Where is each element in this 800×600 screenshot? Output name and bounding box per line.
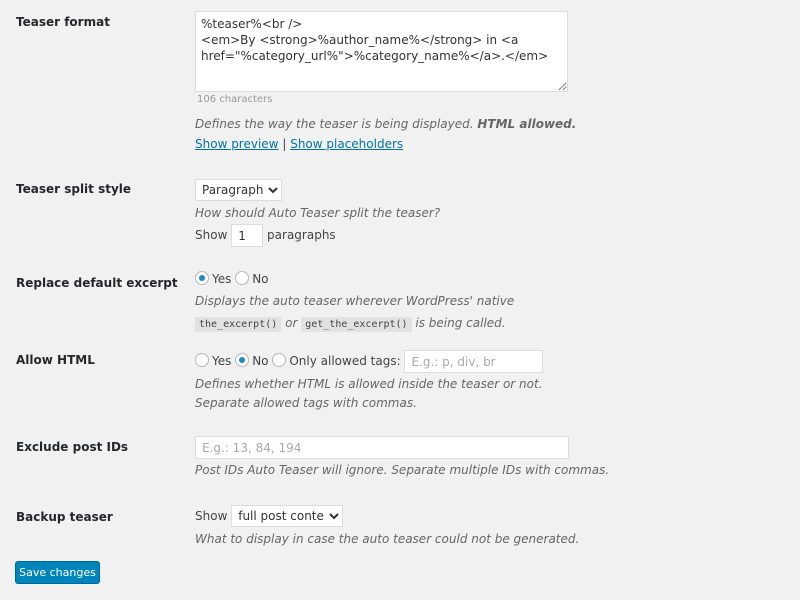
save-changes-button[interactable]: Save changes — [15, 561, 100, 584]
html-yes-radio[interactable] — [195, 353, 209, 367]
replace-excerpt-label: Replace default excerpt — [16, 276, 178, 290]
html-no-radio[interactable] — [235, 353, 250, 367]
allowed-tags-input[interactable] — [404, 350, 544, 373]
replace-yes-radio[interactable] — [195, 271, 209, 285]
paragraph-count-input[interactable] — [231, 224, 264, 247]
backup-select[interactable]: full post content — [231, 505, 344, 527]
exclude-ids-input[interactable] — [195, 436, 569, 459]
allow-html-label: Allow HTML — [16, 353, 95, 367]
split-style-desc: How should Auto Teaser split the teaser? — [195, 206, 441, 220]
exclude-label: Exclude post IDs — [16, 440, 129, 454]
char-count: 106 characters — [197, 94, 273, 105]
replace-excerpt-desc: Displays the auto teaser wherever WordPr… — [195, 294, 515, 332]
exclude-desc: Post IDs Auto Teaser will ignore. Separa… — [195, 463, 610, 477]
teaser-format-textarea[interactable]: %teaser%<br /> <em>By <strong>%author_na… — [195, 11, 568, 92]
show-placeholders-link[interactable]: Show placeholders — [290, 137, 403, 151]
teaser-format-label: Teaser format — [16, 15, 110, 29]
teaser-format-desc: Defines the way the teaser is being disp… — [195, 117, 577, 131]
html-only-radio[interactable] — [272, 353, 287, 367]
split-style-label: Teaser split style — [16, 182, 132, 196]
split-style-select[interactable]: Paragraphs — [195, 179, 282, 201]
show-preview-link[interactable]: Show preview — [195, 137, 279, 151]
backup-desc: What to display in case the auto teaser … — [195, 532, 580, 546]
replace-no-radio[interactable] — [235, 271, 250, 285]
backup-label: Backup teaser — [16, 510, 113, 524]
allow-html-desc: Defines whether HTML is allowed inside t… — [195, 377, 543, 410]
